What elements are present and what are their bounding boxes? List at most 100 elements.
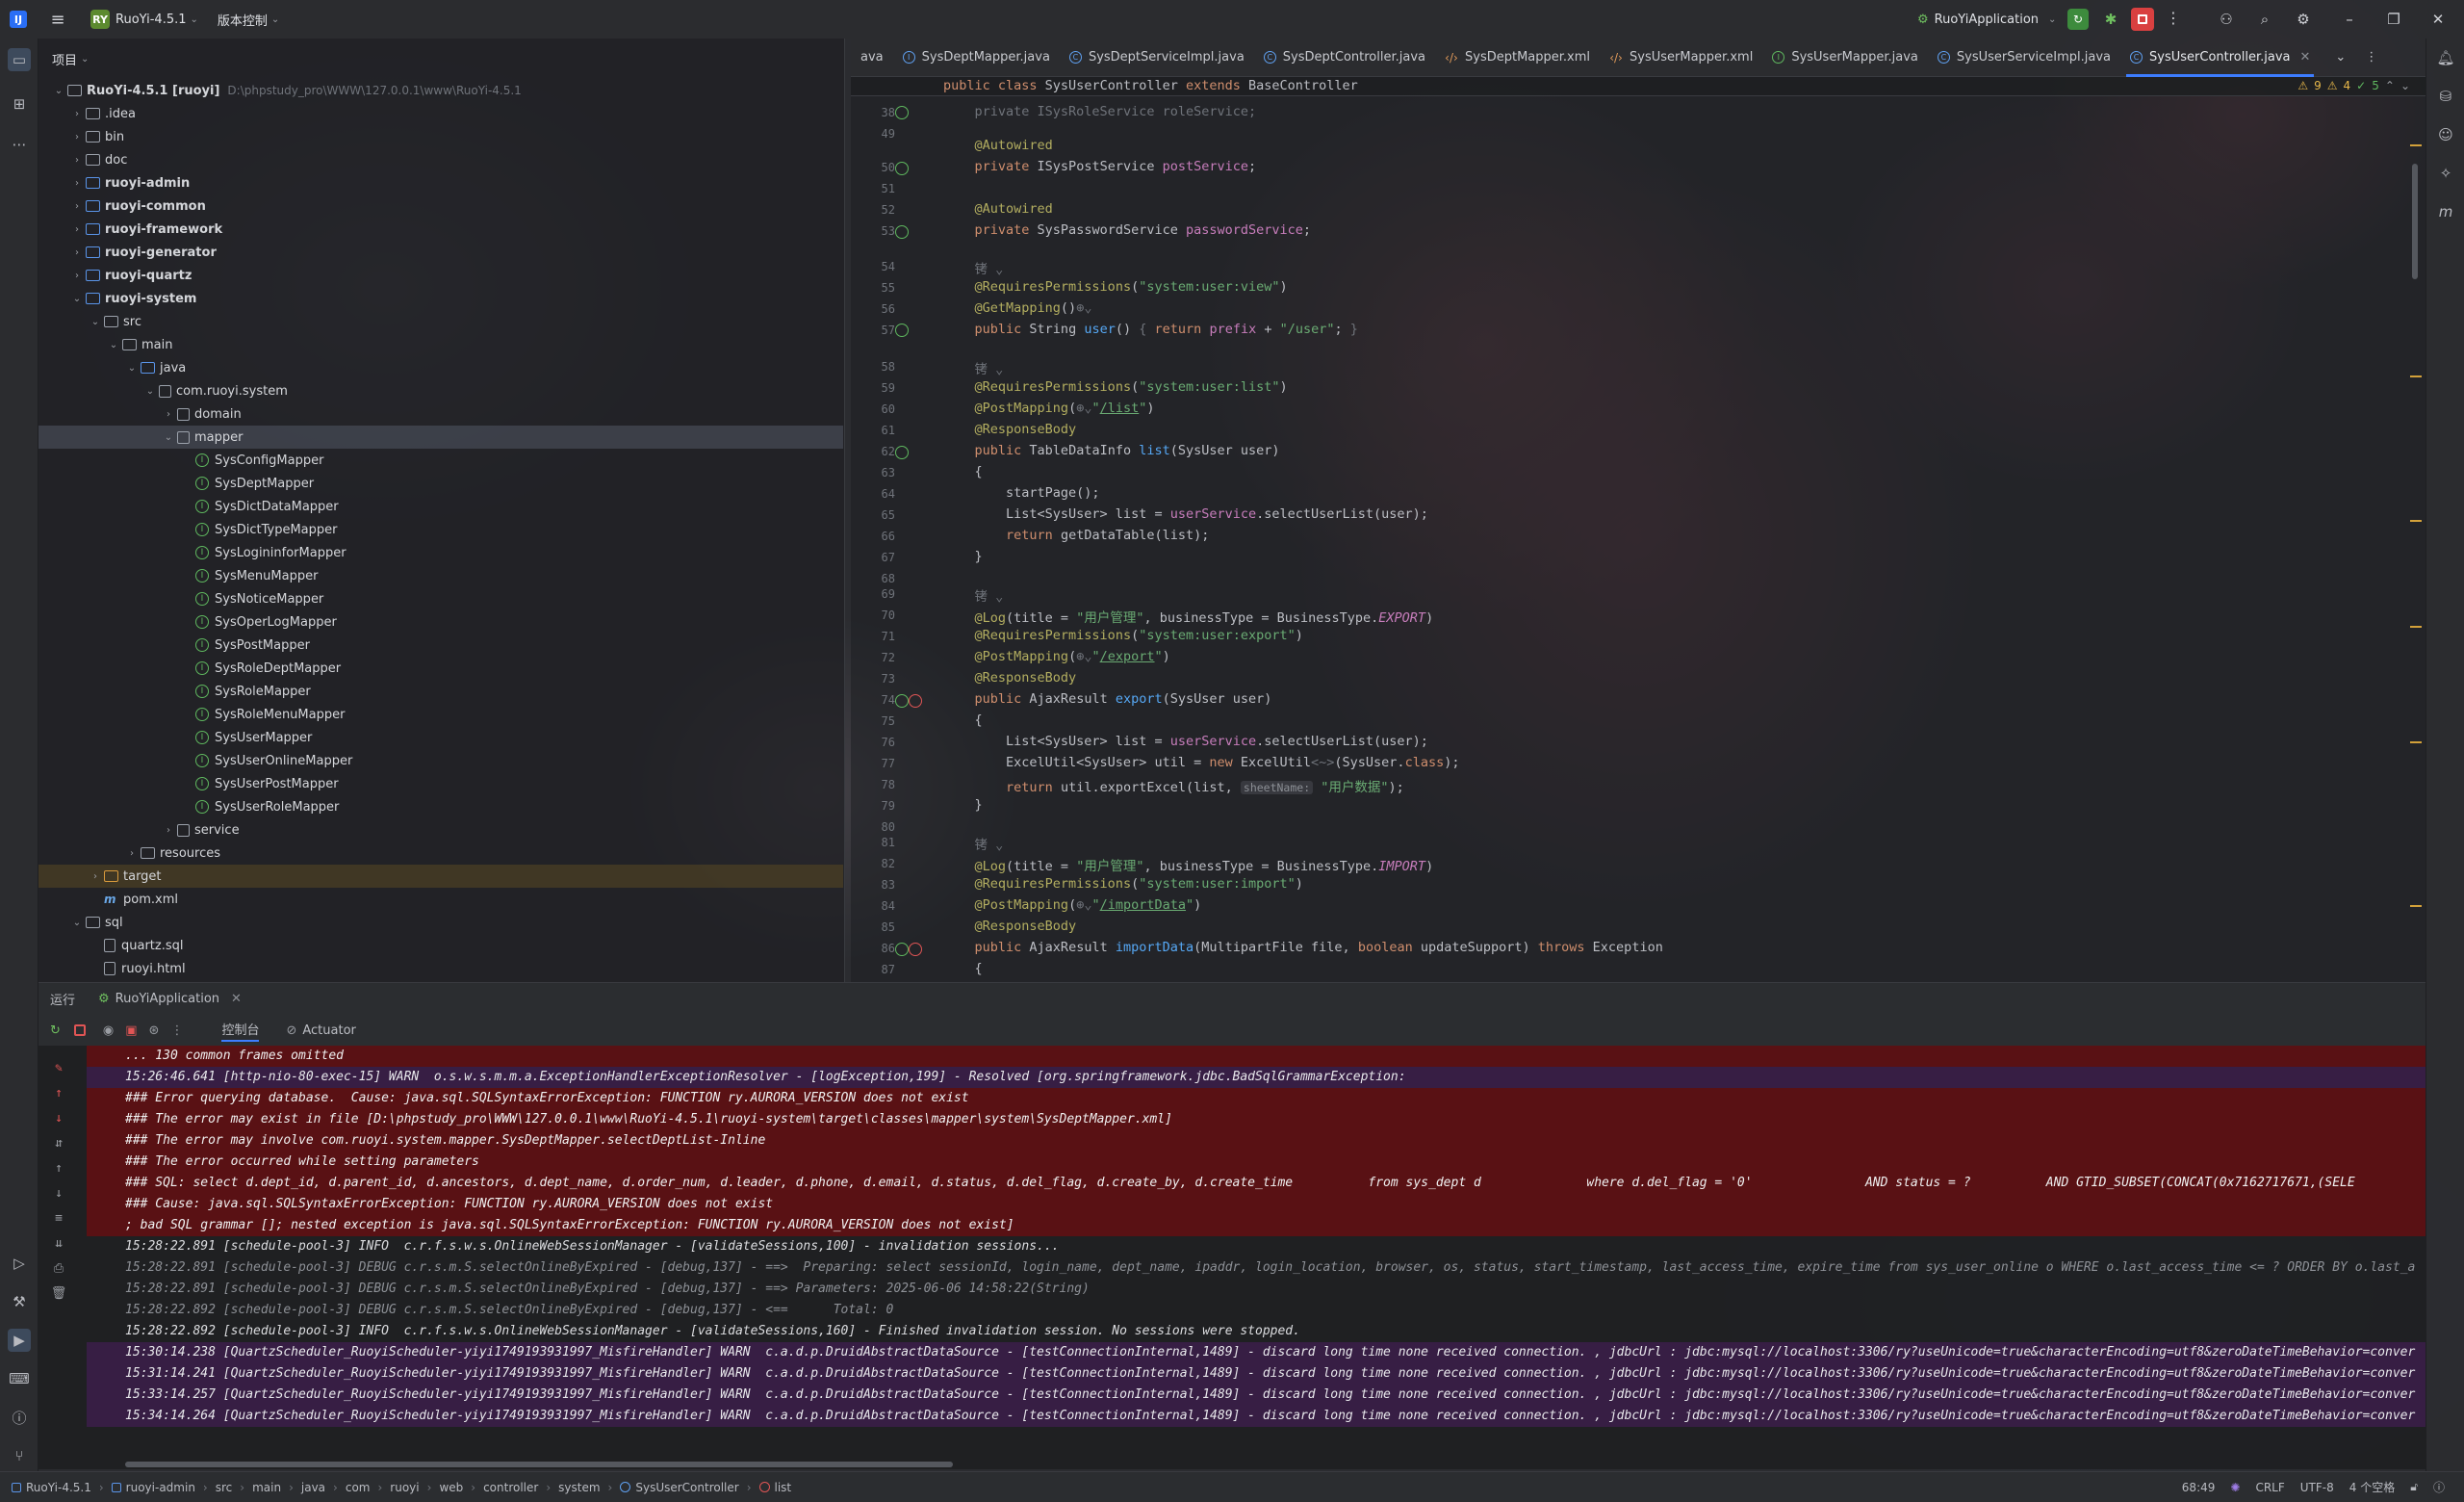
breadcrumb-item[interactable]: RuoYi-4.5.1 [12,1481,91,1494]
line-number[interactable]: 74 [860,693,895,707]
collapsed-chevron-icon[interactable]: › [70,224,84,235]
tree-node[interactable]: I SysOperLogMapper [38,610,843,634]
clear-all-icon[interactable]: 🗑︎ [50,1284,67,1302]
tree-node[interactable]: › domain [38,402,843,426]
run-tool-icon[interactable]: ▶ [8,1329,31,1352]
editor-tab[interactable]: I SysDeptMapper.java [893,39,1060,77]
git-icon[interactable]: ⑂ [8,1444,31,1467]
tree-node[interactable]: quartz.sql [38,934,843,957]
line-number[interactable]: 50 [860,161,895,174]
tree-node[interactable]: I SysDictDataMapper [38,495,843,518]
tab-console[interactable]: 控制台 [221,1020,260,1042]
bean-gutter-icon[interactable] [895,943,909,956]
tree-node[interactable]: ⌄ src [38,310,843,333]
tree-node[interactable]: › ruoyi-quartz [38,264,843,287]
tree-node[interactable]: I SysUserRoleMapper [38,795,843,818]
bean-gutter-icon[interactable] [895,446,909,459]
tree-node[interactable]: I SysRoleDeptMapper [38,657,843,680]
editor-tab[interactable]: C SysDeptServiceImpl.java [1060,39,1254,77]
line-number[interactable]: 76 [860,736,895,749]
account-icon[interactable]: ⚇ [2216,9,2237,30]
collapsed-chevron-icon[interactable]: › [70,132,84,142]
collapsed-chevron-icon[interactable]: › [70,201,84,212]
line-number[interactable]: 49 [860,127,895,141]
tree-node[interactable]: I SysUserOnlineMapper [38,749,843,772]
bean-gutter-icon[interactable] [895,324,909,337]
run-config-selector[interactable]: ⚙ RuoYiApplication ⌄ [1917,0,2056,39]
collapsed-chevron-icon[interactable]: › [162,409,175,420]
line-number[interactable]: 63 [860,466,895,479]
breadcrumb-item[interactable]: web [439,1481,463,1494]
maven-icon[interactable]: m [2434,200,2457,223]
tab-list-chevron-icon[interactable]: ⌄ [2325,39,2355,77]
line-number[interactable]: 87 [860,963,895,976]
tree-node[interactable]: › ruoyi-common [38,194,843,218]
line-number[interactable]: 65 [860,508,895,522]
collapsed-chevron-icon[interactable]: › [70,247,84,258]
line-number[interactable]: 52 [860,203,895,217]
caret-position[interactable]: 68:49 [2182,1481,2216,1494]
sticky-scope-header[interactable]: public class SysUserController extends B… [851,77,2426,96]
editor-tab[interactable]: C SysUserServiceImpl.java [1928,39,2120,77]
tree-node[interactable]: I SysLogininforMapper [38,541,843,564]
collapsed-chevron-icon[interactable]: › [70,271,84,281]
breadcrumb-item[interactable]: com [346,1481,371,1494]
tree-node[interactable]: › doc [38,148,843,171]
readonly-lock-icon[interactable]: 🔓︎ [2410,1480,2418,1494]
line-number[interactable]: 70 [860,609,895,622]
copilot-icon[interactable]: ☺ [2434,123,2457,146]
rerun-icon[interactable]: ↻ [50,1023,61,1038]
stop-button[interactable] [2131,8,2154,31]
bean-gutter-icon[interactable] [895,162,909,175]
editor-tab[interactable]: I SysUserMapper.java [1762,39,1928,77]
breadcrumb-item[interactable]: list [758,1481,791,1494]
breadcrumb-item[interactable]: ruoyi-admin [111,1481,195,1494]
console-horizontal-scrollbar[interactable] [125,1462,953,1467]
line-number[interactable]: 66 [860,530,895,543]
minimize-icon[interactable]: – [2339,9,2360,30]
tree-node[interactable]: I SysRoleMenuMapper [38,703,843,726]
problems-indicator[interactable]: ⚠ 9 ⚠ 4 ✓ 5 ⌃ ⌄ [2297,79,2410,92]
close-tab-icon[interactable]: ✕ [231,992,242,1006]
tab-more-icon[interactable]: ⋮ [2355,39,2387,77]
more-icon[interactable]: ⋮ [170,1023,183,1038]
tree-node[interactable]: › target [38,865,843,888]
line-number[interactable]: 84 [860,899,895,913]
ai-status-icon[interactable]: ✺ [2230,1481,2240,1494]
tree-node[interactable]: ⌄ sql [38,911,843,934]
search-icon[interactable]: ⌕ [2254,9,2275,30]
line-number[interactable]: 38 [860,106,895,119]
tree-node[interactable]: I SysDeptMapper [38,472,843,495]
stop-icon[interactable] [73,1024,86,1036]
settings-gear-icon[interactable]: ⚙ [2293,9,2314,30]
breadcrumb-item[interactable]: SysUserController [620,1481,739,1494]
tree-node[interactable]: m pom.xml [38,888,843,911]
tree-node[interactable]: I SysMenuMapper [38,564,843,587]
indent-setting[interactable]: 4 个空格 [2349,1479,2395,1495]
debug-icon[interactable]: ✱ [2100,9,2121,30]
tree-node[interactable]: › ruoyi-admin [38,171,843,194]
line-number[interactable]: 61 [860,424,895,437]
tree-root-node[interactable]: ⌄ RuoYi-4.5.1 [ruoyi] D:\phpstudy_pro\WWW\… [38,79,843,102]
tree-node[interactable]: ⌄ com.ruoyi.system [38,379,843,402]
breadcrumb-item[interactable]: src [216,1481,233,1494]
line-number[interactable]: 80 [860,820,895,834]
notifications-icon[interactable]: ⓘ [2433,1479,2445,1495]
tree-node[interactable]: › resources [38,842,843,865]
expanded-chevron-icon[interactable]: ⌄ [52,86,65,96]
tree-node[interactable]: I SysUserPostMapper [38,772,843,795]
line-number[interactable]: 72 [860,651,895,664]
expanded-chevron-icon[interactable]: ⌄ [70,294,84,304]
tree-node[interactable]: › .idea [38,102,843,125]
endpoint-gutter-icon[interactable] [909,943,922,956]
line-number[interactable]: 82 [860,857,895,870]
tree-node[interactable]: I SysRoleMapper [38,680,843,703]
notifications-bell-icon[interactable]: 🔔︎ [2434,46,2457,69]
main-menu-icon[interactable]: ≡ [46,0,69,39]
line-number[interactable]: 75 [860,714,895,728]
expanded-chevron-icon[interactable]: ⌄ [107,340,120,350]
endpoint-gutter-icon[interactable] [909,694,922,708]
collapsed-chevron-icon[interactable]: › [70,178,84,189]
dump-threads-icon[interactable]: ▣ [125,1023,137,1038]
line-number[interactable]: 59 [860,381,895,395]
